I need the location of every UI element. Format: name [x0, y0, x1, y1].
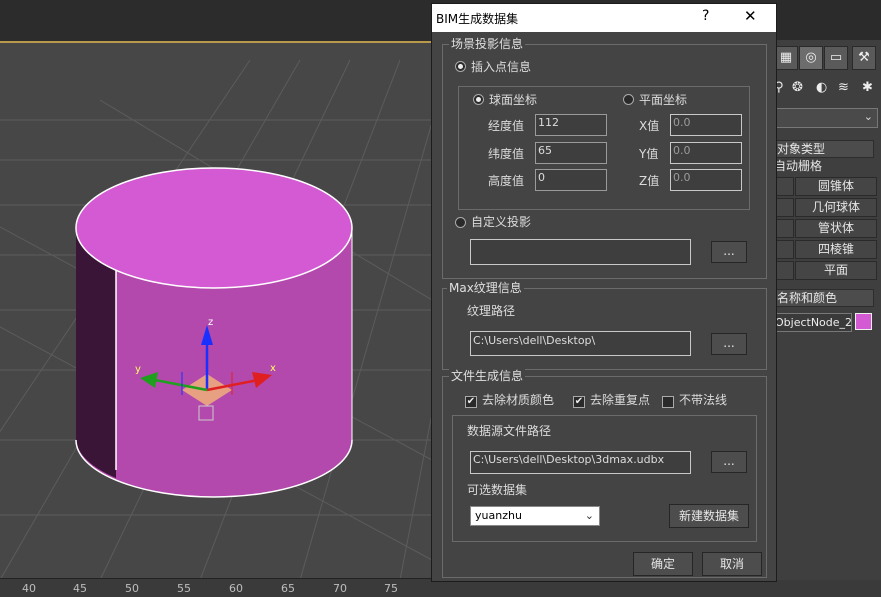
axis-y-label: y — [135, 364, 141, 375]
cameras-icon[interactable]: ❂ — [792, 80, 803, 95]
texture-path-label: 纹理路径 — [467, 304, 516, 318]
perspective-viewport[interactable]: z x y — [0, 0, 432, 580]
z-input[interactable]: 0.0 — [670, 169, 742, 191]
object-category-dropdown[interactable]: ⌄ — [774, 108, 878, 128]
height-label: 高度值 — [488, 174, 525, 188]
chevron-down-icon: ⌄ — [584, 509, 594, 522]
new-dataset-button[interactable]: 新建数据集 — [669, 504, 749, 528]
systems-icon[interactable]: ✱ — [862, 80, 873, 95]
bim-dataset-dialog: BIM生成数据集 ? ✕ 场景投影信息 插入点信息 球面坐标 平面坐标 经度值 … — [431, 3, 777, 582]
remove-material-color-checkbox[interactable]: ✔ — [465, 396, 477, 408]
geosphere-button[interactable]: 几何球体 — [795, 198, 877, 217]
no-normals-checkbox[interactable] — [662, 396, 674, 408]
ruler-tick: 45 — [73, 582, 87, 595]
insert-point-radio[interactable] — [455, 61, 466, 72]
ruler-tick: 65 — [281, 582, 295, 595]
axis-z-label: z — [208, 317, 213, 328]
remove-duplicate-points-label[interactable]: 去除重复点 — [590, 392, 650, 408]
file-group-legend: 文件生成信息 — [449, 368, 526, 384]
source-path-label: 数据源文件路径 — [467, 424, 552, 438]
spacewarps-icon[interactable]: ≋ — [838, 80, 849, 95]
texture-path-input[interactable]: C:\Users\dell\Desktop\ — [470, 331, 691, 356]
custom-projection-input[interactable] — [470, 239, 691, 265]
y-label: Y值 — [639, 147, 659, 161]
object-color-swatch[interactable] — [855, 313, 872, 330]
x-label: X值 — [639, 119, 660, 133]
height-input[interactable]: 0 — [535, 169, 607, 191]
dataset-selected-value: yuanzhu — [475, 509, 522, 522]
object-type-header[interactable]: 对象类型 — [774, 140, 874, 158]
ruler-tick: 40 — [22, 582, 36, 595]
cone-button[interactable]: 圆锥体 — [795, 177, 877, 196]
primitive-button-left[interactable] — [774, 261, 794, 280]
dialog-title: BIM生成数据集 — [436, 12, 519, 26]
dialog-titlebar[interactable]: BIM生成数据集 ? ✕ — [432, 4, 776, 32]
ruler-tick: 70 — [333, 582, 347, 595]
custom-projection-label[interactable]: 自定义投影 — [471, 214, 531, 230]
name-color-header[interactable]: 名称和颜色 — [774, 289, 874, 307]
planar-label[interactable]: 平面坐标 — [639, 92, 687, 108]
projection-group-legend: 场景投影信息 — [449, 36, 526, 52]
ruler-tick: 50 — [125, 582, 139, 595]
display-tab-icon[interactable]: ▭ — [824, 46, 848, 70]
no-normals-label[interactable]: 不带法线 — [679, 392, 727, 408]
pyramid-button[interactable]: 四棱锥 — [795, 240, 877, 259]
ruler-tick: 55 — [177, 582, 191, 595]
z-label: Z值 — [639, 174, 660, 188]
primitive-button-left[interactable] — [774, 177, 794, 196]
texture-path-browse-button[interactable]: ... — [711, 333, 747, 355]
remove-material-color-label[interactable]: 去除材质颜色 — [482, 392, 554, 408]
modify-tab-icon[interactable]: ▦ — [774, 46, 798, 70]
longitude-label: 经度值 — [488, 119, 525, 133]
source-path-browse-button[interactable]: ... — [711, 451, 747, 473]
dataset-select[interactable]: yuanzhu ⌄ — [470, 506, 600, 526]
insert-point-label[interactable]: 插入点信息 — [471, 59, 531, 75]
close-button[interactable]: ✕ — [744, 7, 757, 25]
chevron-down-icon: ⌄ — [863, 110, 873, 123]
utilities-tab-icon[interactable]: ⚒ — [852, 46, 876, 70]
tube-button[interactable]: 管状体 — [795, 219, 877, 238]
texture-group-legend: Max纹理信息 — [447, 280, 524, 296]
primitive-button-left[interactable] — [774, 198, 794, 217]
primitive-button-left[interactable] — [774, 219, 794, 238]
remove-duplicate-points-checkbox[interactable]: ✔ — [573, 396, 585, 408]
help-button[interactable]: ? — [702, 8, 709, 24]
latitude-label: 纬度值 — [488, 147, 525, 161]
lights-icon[interactable]: ◐ — [816, 80, 827, 95]
cancel-button[interactable]: 取消 — [702, 552, 762, 576]
planar-radio[interactable] — [623, 94, 634, 105]
axis-x-label: x — [270, 363, 276, 374]
custom-projection-radio[interactable] — [455, 217, 466, 228]
custom-projection-browse-button[interactable]: ... — [711, 241, 747, 263]
latitude-input[interactable]: 65 — [535, 142, 607, 164]
primitive-button-left[interactable] — [774, 240, 794, 259]
plane-button[interactable]: 平面 — [795, 261, 877, 280]
longitude-input[interactable]: 112 — [535, 114, 607, 136]
ruler-tick: 75 — [384, 582, 398, 595]
y-input[interactable]: 0.0 — [670, 142, 742, 164]
spherical-radio[interactable] — [473, 94, 484, 105]
texture-group: Max纹理信息 — [442, 280, 767, 370]
auto-grid-label[interactable]: 自动栅格 — [774, 158, 822, 174]
viewport-scene: z x y — [0, 0, 432, 580]
hierarchy-tab-icon[interactable]: ◎ — [799, 46, 823, 70]
dataset-label: 可选数据集 — [467, 483, 528, 497]
object-name-field[interactable]: ObjectNode_2-DC_ — [774, 313, 852, 332]
x-input[interactable]: 0.0 — [670, 114, 742, 136]
spherical-label[interactable]: 球面坐标 — [489, 92, 537, 108]
ok-button[interactable]: 确定 — [633, 552, 693, 576]
ruler-tick: 60 — [229, 582, 243, 595]
source-path-input[interactable]: C:\Users\dell\Desktop\3dmax.udbx — [470, 451, 691, 474]
